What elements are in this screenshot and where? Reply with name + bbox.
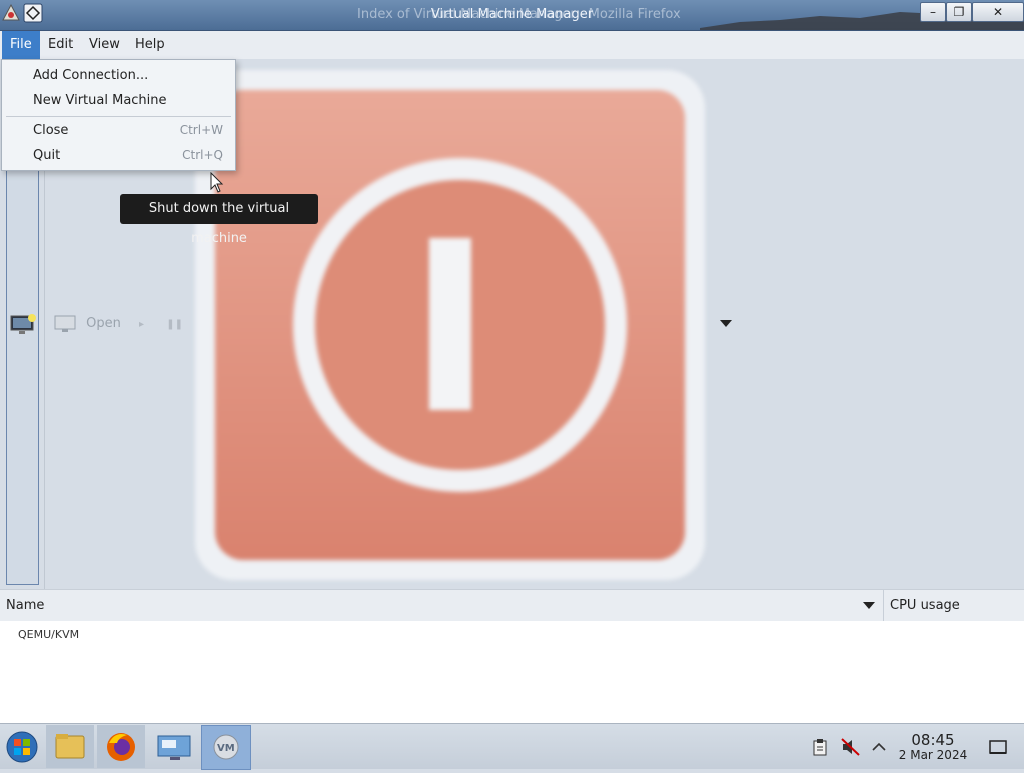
menu-close[interactable]: Close Ctrl+W [2, 118, 235, 143]
chevron-up-icon[interactable] [871, 740, 887, 752]
taskbar-file-manager[interactable] [46, 725, 94, 768]
shutdown-dropdown-arrow-icon[interactable] [720, 320, 732, 327]
start-orb-icon [6, 731, 38, 763]
close-button[interactable]: ✕ [972, 2, 1024, 22]
start-menu-button[interactable] [0, 725, 48, 768]
remote-desktop-icon [157, 735, 191, 760]
shutdown-power-icon[interactable] [195, 70, 705, 580]
menu-bar: File Edit View Help [0, 31, 1024, 60]
menu-add-connection[interactable]: Add Connection... [2, 63, 235, 88]
minimize-button[interactable]: – [920, 2, 946, 22]
taskbar-remote-desktop[interactable] [150, 725, 198, 768]
open-button[interactable]: Open ▸ ❚❚ [54, 314, 183, 334]
tooltip: Shut down the virtual machine [120, 194, 318, 246]
column-header-cpu[interactable]: CPU usage [890, 598, 960, 613]
clock-date[interactable]: 2 Mar 2024 [892, 748, 974, 762]
sort-arrow-icon[interactable] [863, 602, 875, 609]
vm-table-body: QEMU/KVM [0, 621, 1024, 723]
menu-separator [6, 116, 231, 117]
console-icon [54, 315, 76, 332]
maximize-button[interactable]: ❐ [946, 2, 972, 22]
volume-muted-icon[interactable] [841, 738, 861, 756]
taskbar-firefox[interactable] [97, 725, 145, 768]
firefox-icon [107, 733, 135, 761]
window-titlebar[interactable]: Index of Virtual Machine Manager - Mozil… [0, 0, 1024, 31]
column-separator[interactable] [883, 590, 884, 621]
virt-manager-icon: VM [213, 734, 239, 760]
vm-list-strip[interactable] [6, 108, 39, 585]
mouse-cursor-icon [210, 172, 224, 193]
monitor-icon[interactable] [10, 314, 36, 336]
vm-table-header: Name CPU usage [0, 589, 1024, 622]
pause-icon[interactable]: ❚❚ [166, 319, 183, 330]
table-row[interactable]: QEMU/KVM [18, 628, 79, 641]
menu-new-virtual-machine[interactable]: New Virtual Machine [2, 88, 235, 113]
taskbar-virt-manager[interactable]: VM [201, 725, 251, 770]
taskbar: VM 08:45 2 Mar 2024 [0, 723, 1024, 770]
column-header-name[interactable]: Name [6, 598, 44, 613]
show-desktop-icon[interactable] [988, 738, 1008, 756]
file-manager-icon [55, 734, 85, 759]
file-menu-dropdown: Add Connection... New Virtual Machine Cl… [1, 59, 236, 171]
open-button-label: Open [86, 316, 121, 331]
menu-file[interactable]: File [2, 31, 40, 59]
menu-edit[interactable]: Edit [40, 31, 81, 59]
play-icon[interactable]: ▸ [139, 319, 144, 330]
clipboard-icon[interactable] [812, 738, 828, 756]
svg-text:VM: VM [217, 743, 235, 754]
menu-view[interactable]: View [81, 31, 128, 59]
menu-help[interactable]: Help [127, 31, 173, 59]
menu-quit[interactable]: Quit Ctrl+Q [2, 143, 235, 168]
clock-time[interactable]: 08:45 [900, 731, 966, 749]
